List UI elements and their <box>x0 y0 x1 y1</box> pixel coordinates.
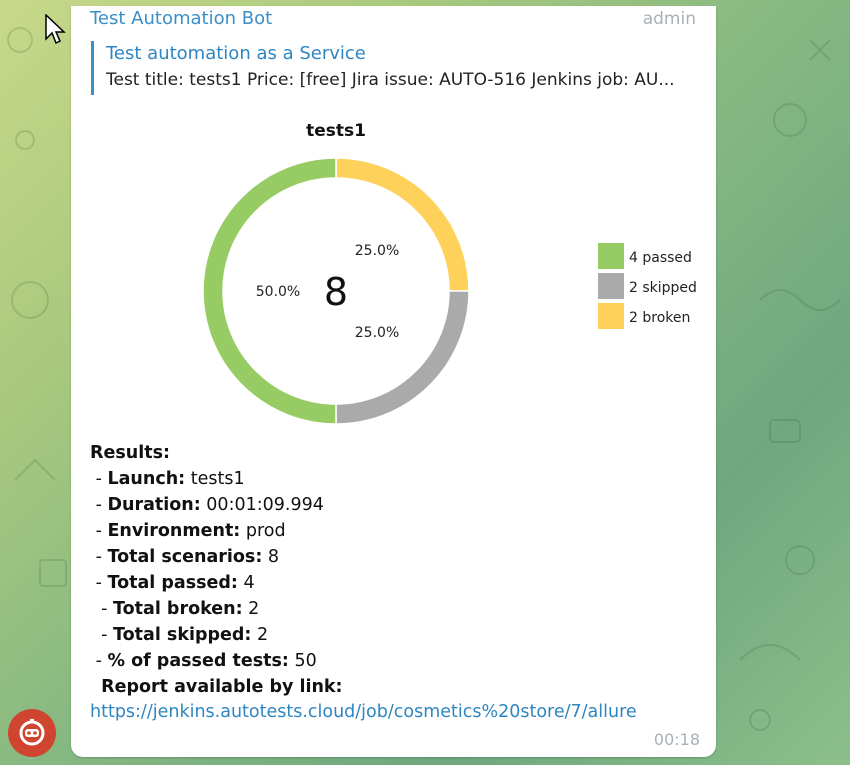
slice-percent-label: 25.0% <box>355 243 399 259</box>
result-value: 8 <box>262 547 280 567</box>
result-value: 2 <box>242 599 260 619</box>
donut-chart: tests1 25.0% 25.0% 50.0% 8 4 passed 2 skipped 2… <box>202 121 697 425</box>
message-time: 00:18 <box>653 730 700 749</box>
result-line: - Total scenarios: 8 <box>90 544 343 570</box>
result-prefix: - <box>90 547 108 567</box>
report-link[interactable]: https://jenkins.autotests.cloud/job/cosm… <box>90 702 637 722</box>
legend-swatch <box>598 303 624 329</box>
reply-text: Test title: tests1 Price: [free] Jira is… <box>106 70 675 90</box>
result-label: Environment: <box>107 521 241 541</box>
legend-label: 2 skipped <box>629 280 697 296</box>
result-value: 00:01:09.994 <box>200 495 324 515</box>
reply-title: Test automation as a Service <box>106 43 366 64</box>
result-value: 2 <box>251 625 269 645</box>
result-prefix: - <box>90 651 108 671</box>
mouse-pointer-icon <box>45 14 66 45</box>
result-value: prod <box>240 521 286 541</box>
result-prefix: - <box>90 469 108 489</box>
sender-name[interactable]: Test Automation Bot <box>90 8 272 29</box>
robot-icon <box>19 719 45 746</box>
result-line: - % of passed tests: 50 <box>90 648 343 674</box>
results-chart[interactable]: tests1 25.0% 25.0% 50.0% 8 4 passed 2 skipped 2… <box>181 106 711 426</box>
result-label: Duration: <box>107 495 201 515</box>
legend-swatch <box>598 243 624 269</box>
result-line: - Environment: prod <box>90 518 343 544</box>
slice-percent-label: 50.0% <box>256 284 300 300</box>
sender-role-badge: admin <box>642 9 696 29</box>
message-bubble: Test Automation Bot admin Test automatio… <box>71 6 716 757</box>
report-label: Report available by link: <box>101 677 343 697</box>
result-prefix: - <box>90 495 108 515</box>
result-line: - Total passed: 4 <box>90 570 343 596</box>
result-label: Total broken: <box>113 599 243 619</box>
result-value: tests1 <box>185 469 245 489</box>
donut-slice <box>335 157 470 292</box>
result-line: - Launch: tests1 <box>90 466 343 492</box>
result-line: - Duration: 00:01:09.994 <box>90 492 343 518</box>
result-value: 4 <box>237 573 255 593</box>
result-label: Launch: <box>107 469 186 489</box>
result-prefix: - <box>90 573 108 593</box>
results-block: Results: - Launch: tests1 - Duration: 00… <box>90 440 343 700</box>
legend-swatch <box>598 273 624 299</box>
result-line: - Total skipped: 2 <box>90 622 343 648</box>
result-label: % of passed tests: <box>107 651 289 671</box>
legend-label: 2 broken <box>629 310 690 326</box>
reply-quote[interactable]: Test automation as a Service Test title:… <box>91 41 711 95</box>
slice-percent-label: 25.0% <box>355 325 399 341</box>
donut-slice <box>335 290 470 425</box>
result-label: Total skipped: <box>113 625 252 645</box>
result-label: Total passed: <box>107 573 238 593</box>
result-prefix: - <box>90 521 108 541</box>
legend-label: 4 passed <box>629 250 692 266</box>
chart-title: tests1 <box>306 121 366 141</box>
chart-center-total: 8 <box>324 270 348 314</box>
result-line: - Total broken: 2 <box>90 596 343 622</box>
result-value: 50 <box>288 651 317 671</box>
result-prefix: - <box>90 599 114 619</box>
results-heading: Results: <box>90 443 170 463</box>
bot-avatar-icon[interactable] <box>8 709 56 757</box>
result-label: Total scenarios: <box>107 547 263 567</box>
result-prefix: - <box>90 625 114 645</box>
